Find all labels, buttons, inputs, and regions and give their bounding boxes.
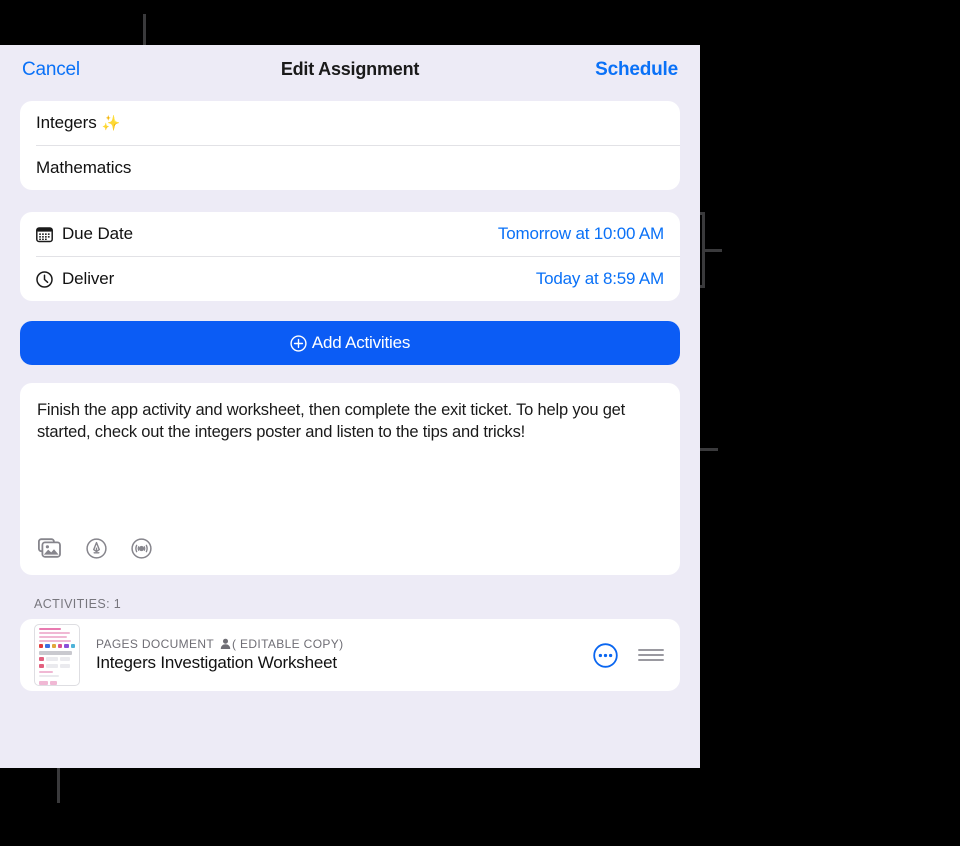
attachment-toolbar: [20, 538, 680, 575]
audio-record-icon[interactable]: [131, 538, 152, 559]
due-date-value[interactable]: Tomorrow at 10:00 AM: [498, 224, 664, 244]
deliver-label-group: Deliver: [36, 269, 114, 289]
markup-pen-icon[interactable]: [86, 538, 107, 559]
calendar-icon: [36, 226, 53, 243]
assignment-fields-card: Integers ✨ Mathematics: [20, 101, 680, 190]
due-date-label: Due Date: [62, 224, 134, 243]
subject-value: Mathematics: [36, 158, 132, 177]
activity-kind-row: PAGES DOCUMENT ( EDITABLE COPY): [96, 637, 343, 651]
more-circle-icon[interactable]: [593, 642, 618, 668]
assignment-title-value: Integers: [36, 113, 97, 132]
add-activities-button[interactable]: Add Activities: [20, 321, 680, 365]
activity-kind-label: PAGES DOCUMENT: [96, 637, 215, 651]
deliver-label: Deliver: [62, 269, 115, 288]
activities-section-label: ACTIVITIES: 1: [34, 597, 122, 611]
activity-title: Integers Investigation Worksheet: [96, 653, 337, 672]
navigation-bar: Cancel Edit Assignment Schedule: [0, 45, 700, 94]
edit-assignment-panel: Cancel Edit Assignment Schedule Integers…: [0, 45, 700, 768]
cancel-button[interactable]: Cancel: [22, 59, 80, 81]
deliver-value[interactable]: Today at 8:59 AM: [536, 269, 664, 289]
instructions-card[interactable]: Finish the app activity and worksheet, t…: [20, 383, 680, 575]
schedule-button[interactable]: Schedule: [595, 59, 678, 81]
reorder-handle-icon[interactable]: [638, 647, 664, 663]
activity-actions: [593, 642, 664, 668]
assignment-title-input[interactable]: Integers ✨: [20, 101, 680, 145]
callout-bracket-dates-stem: [705, 249, 722, 252]
photo-library-icon[interactable]: [38, 538, 62, 559]
schedule-dates-card: Due Date Tomorrow at 10:00 AM Deliver To…: [20, 212, 680, 301]
activity-text-group: PAGES DOCUMENT ( EDITABLE COPY) Integers…: [96, 637, 343, 673]
document-thumbnail: [34, 624, 80, 686]
due-date-row[interactable]: Due Date Tomorrow at 10:00 AM: [20, 212, 680, 256]
deliver-row[interactable]: Deliver Today at 8:59 AM: [20, 257, 680, 301]
clock-icon: [36, 270, 53, 288]
plus-circle-icon: [290, 334, 310, 352]
instructions-text[interactable]: Finish the app activity and worksheet, t…: [20, 383, 680, 444]
activity-list-item[interactable]: PAGES DOCUMENT ( EDITABLE COPY) Integers…: [20, 619, 680, 691]
subject-input[interactable]: Mathematics: [20, 146, 680, 190]
add-activities-label: Add Activities: [311, 333, 411, 352]
person-icon: [220, 638, 231, 650]
due-date-label-group: Due Date: [36, 224, 133, 244]
sparkles-icon: ✨: [101, 115, 121, 132]
activity-copy-badge: ( EDITABLE COPY): [232, 637, 344, 651]
